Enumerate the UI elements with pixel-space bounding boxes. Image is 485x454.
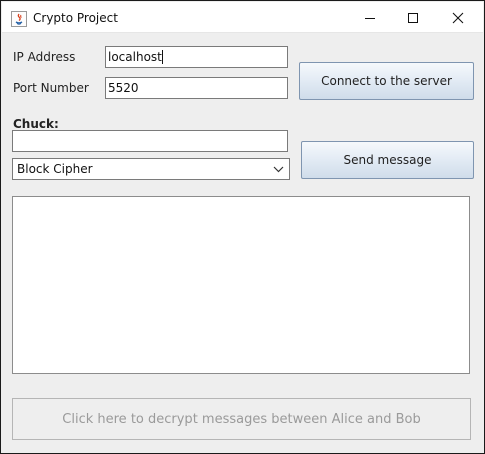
message-log-area[interactable]: [12, 196, 470, 374]
port-number-value: 5520: [108, 81, 139, 95]
send-message-button[interactable]: Send message: [301, 141, 474, 179]
cipher-select[interactable]: Block Cipher: [12, 158, 290, 180]
app-window: Crypto Project IP Address localhost Port…: [0, 0, 485, 454]
close-button[interactable]: [435, 3, 481, 33]
connect-button[interactable]: Connect to the server: [299, 62, 474, 100]
java-icon: [11, 11, 27, 27]
maximize-button[interactable]: [390, 3, 436, 33]
window-title: Crypto Project: [33, 11, 118, 25]
ip-address-value: localhost: [108, 50, 162, 64]
ip-address-label: IP Address: [13, 50, 76, 64]
port-number-field[interactable]: 5520: [105, 77, 288, 99]
ip-address-field[interactable]: localhost: [105, 46, 288, 68]
minimize-icon: [365, 18, 375, 19]
chevron-down-icon: [273, 166, 284, 173]
port-number-label: Port Number: [13, 81, 89, 95]
text-caret: [161, 50, 163, 64]
message-input[interactable]: [12, 130, 288, 152]
title-bar: Crypto Project: [2, 2, 483, 33]
user-name-label: Chuck:: [13, 117, 59, 131]
close-icon: [452, 12, 464, 24]
minimize-button[interactable]: [347, 3, 393, 33]
maximize-icon: [408, 13, 418, 23]
decrypt-messages-button[interactable]: Click here to decrypt messages between A…: [12, 398, 471, 440]
cipher-select-value: Block Cipher: [17, 162, 93, 176]
